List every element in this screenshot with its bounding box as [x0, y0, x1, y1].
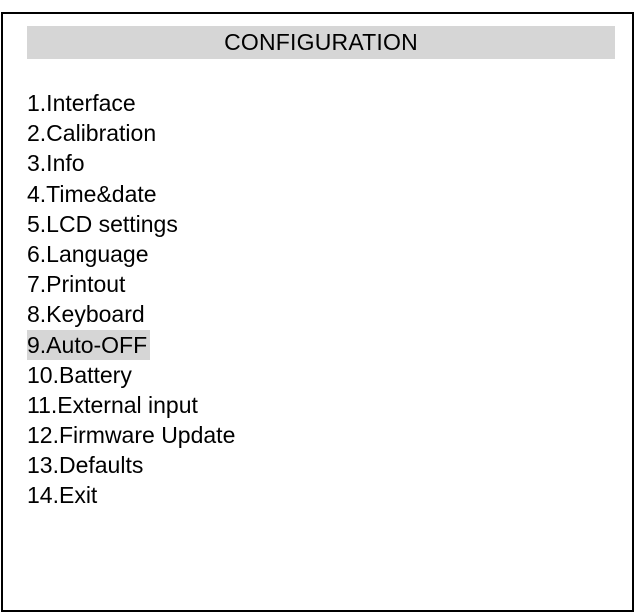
menu-item-external-input[interactable]: 11.External input — [27, 390, 238, 420]
menu-item-auto-off[interactable]: 9.Auto-OFF — [27, 329, 238, 360]
menu-item-info[interactable]: 3.Info — [27, 148, 238, 178]
menu-item-interface[interactable]: 1.Interface — [27, 88, 238, 118]
menu-item-firmware-update[interactable]: 12.Firmware Update — [27, 420, 238, 450]
menu-item-label: 4.Time&date — [27, 180, 157, 207]
configuration-screen: CONFIGURATION 1.Interface 2.Calibration … — [1, 12, 634, 612]
menu-item-label: 11.External input — [27, 391, 198, 418]
configuration-menu: 1.Interface 2.Calibration 3.Info 4.Time&… — [27, 88, 238, 511]
menu-item-label: 3.Info — [27, 150, 85, 177]
menu-item-label: 5.LCD settings — [27, 210, 178, 237]
menu-item-label: 9.Auto-OFF — [27, 329, 151, 360]
menu-item-label: 8.Keyboard — [27, 301, 145, 328]
menu-item-label: 6.Language — [27, 240, 149, 267]
menu-item-label: 2.Calibration — [27, 120, 157, 147]
menu-item-label: 7.Printout — [27, 271, 126, 298]
menu-item-label: 12.Firmware Update — [27, 422, 236, 449]
menu-item-keyboard[interactable]: 8.Keyboard — [27, 299, 238, 329]
menu-item-exit[interactable]: 14.Exit — [27, 480, 238, 510]
menu-item-calibration[interactable]: 2.Calibration — [27, 118, 238, 148]
screen-title: CONFIGURATION — [27, 26, 615, 59]
menu-item-language[interactable]: 6.Language — [27, 239, 238, 269]
menu-item-label: 1.Interface — [27, 90, 136, 116]
menu-item-printout[interactable]: 7.Printout — [27, 269, 238, 299]
menu-item-label: 13.Defaults — [27, 452, 144, 479]
menu-item-battery[interactable]: 10.Battery — [27, 360, 238, 390]
menu-item-defaults[interactable]: 13.Defaults — [27, 450, 238, 480]
menu-item-label: 14.Exit — [27, 482, 98, 509]
menu-item-label: 10.Battery — [27, 361, 132, 388]
menu-item-lcd-settings[interactable]: 5.LCD settings — [27, 209, 238, 239]
menu-item-time-date[interactable]: 4.Time&date — [27, 179, 238, 209]
